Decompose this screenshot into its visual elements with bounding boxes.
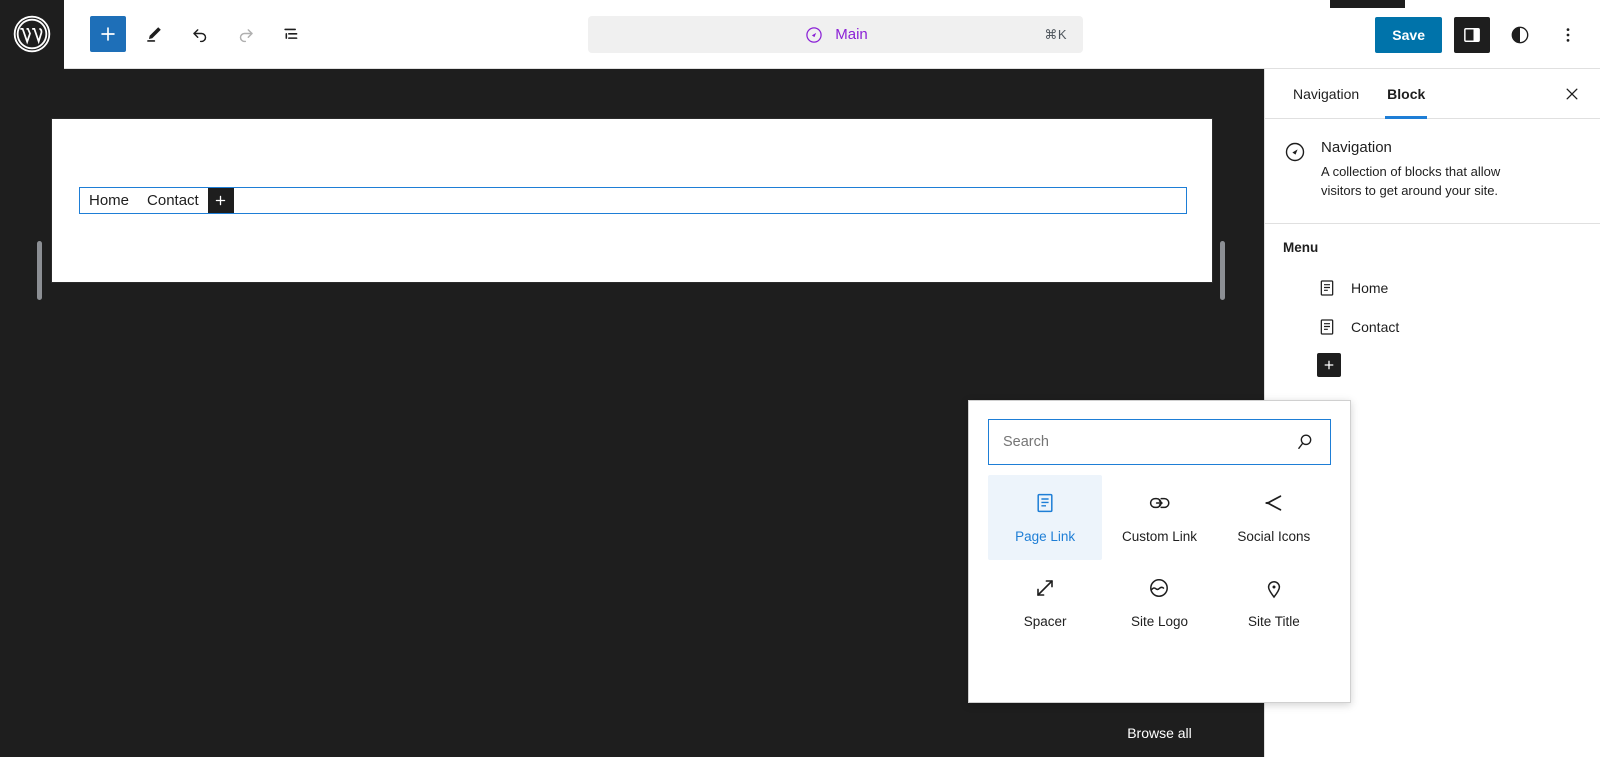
- canvas-resize-handle-left[interactable]: [37, 241, 42, 300]
- redo-button[interactable]: [228, 16, 264, 52]
- page-document-icon: [1033, 491, 1057, 515]
- canvas-resize-handle-right[interactable]: [1220, 241, 1225, 300]
- inserter-block-site-logo[interactable]: Site Logo: [1102, 560, 1216, 645]
- sidebar-panel-icon[interactable]: [1454, 16, 1490, 53]
- command-bar[interactable]: Main ⌘K: [588, 16, 1083, 53]
- contrast-half-circle-icon[interactable]: [1502, 17, 1538, 53]
- command-bar-title: Main: [835, 26, 868, 43]
- inserter-block-grid: Page Link Custom Link Social Icons Space…: [969, 475, 1350, 645]
- inserter-search-wrap: [969, 401, 1350, 475]
- inserter-block-social-icons[interactable]: Social Icons: [1217, 475, 1331, 560]
- inserter-block-site-title[interactable]: Site Title: [1217, 560, 1331, 645]
- header-actions: Save: [1375, 0, 1586, 69]
- page-document-icon: [1317, 317, 1337, 337]
- three-dots-vertical-icon[interactable]: [1550, 17, 1586, 53]
- custom-link-icon: [1147, 491, 1171, 515]
- menu-item-home[interactable]: Home: [1317, 269, 1582, 308]
- navigation-compass-icon: [1283, 140, 1307, 164]
- tab-block[interactable]: Block: [1373, 69, 1439, 119]
- close-x-icon[interactable]: [1554, 76, 1590, 112]
- spacer-arrows-icon: [1033, 576, 1057, 600]
- site-canvas: Home Contact: [51, 118, 1213, 283]
- search-input[interactable]: [1003, 434, 1294, 450]
- command-bar-center: Main: [803, 24, 868, 46]
- block-title: Navigation: [1321, 139, 1392, 156]
- block-inserter-popover: Page Link Custom Link: [968, 400, 1351, 703]
- site-logo-circle-icon: [1147, 576, 1171, 600]
- search-magnifier-icon: [1294, 431, 1316, 453]
- nav-item-contact[interactable]: Contact: [138, 188, 208, 213]
- undo-button[interactable]: [182, 16, 218, 52]
- inserter-block-label: Social Icons: [1237, 529, 1311, 544]
- menu-item-label: Home: [1351, 280, 1389, 297]
- inserter-block-label: Site Title: [1247, 614, 1300, 629]
- menu-item-contact[interactable]: Contact: [1317, 308, 1582, 347]
- block-info-text: Navigation A collection of blocks that a…: [1321, 139, 1536, 201]
- edit-tool-button[interactable]: [136, 16, 172, 52]
- search-input-container[interactable]: [988, 419, 1331, 465]
- header-tools: [64, 16, 310, 52]
- nav-add-link-button[interactable]: [207, 188, 234, 213]
- inserter-block-spacer[interactable]: Spacer: [988, 560, 1102, 645]
- top-edge-strip: [1330, 0, 1405, 8]
- add-block-button[interactable]: [90, 16, 126, 52]
- map-pin-icon: [1262, 576, 1286, 600]
- inserter-block-label: Page Link: [1015, 529, 1076, 544]
- navigation-block[interactable]: Home Contact: [79, 187, 1187, 214]
- inserter-block-custom-link[interactable]: Custom Link: [1102, 475, 1216, 560]
- list-view-button[interactable]: [274, 16, 310, 52]
- nav-item-home[interactable]: Home: [80, 188, 138, 213]
- navigation-compass-icon: [803, 24, 825, 46]
- page-document-icon: [1317, 278, 1337, 298]
- inserter-block-label: Custom Link: [1121, 529, 1197, 544]
- browse-all-button[interactable]: Browse all: [968, 709, 1351, 757]
- wordpress-site-editor: Main ⌘K Save Home Contact Navigation Blo…: [0, 0, 1600, 757]
- sidebar-tabs: Navigation Block: [1265, 69, 1600, 119]
- block-info-panel: Navigation A collection of blocks that a…: [1265, 119, 1600, 224]
- menu-section: Menu Home Contact: [1265, 224, 1600, 377]
- share-social-icon: [1262, 491, 1286, 515]
- wordpress-logo-icon[interactable]: [0, 0, 64, 69]
- menu-add-item-button[interactable]: [1317, 352, 1341, 377]
- block-description: A collection of blocks that allow visito…: [1321, 164, 1501, 198]
- menu-item-label: Contact: [1351, 319, 1400, 336]
- inserter-block-label: Site Logo: [1130, 614, 1189, 629]
- menu-section-title: Menu: [1283, 239, 1319, 255]
- menu-item-list: Home Contact: [1283, 269, 1582, 347]
- editor-header: Main ⌘K Save: [0, 0, 1600, 69]
- inserter-block-page-link[interactable]: Page Link: [988, 475, 1103, 560]
- inserter-block-label: Spacer: [1023, 614, 1067, 629]
- command-bar-shortcut: ⌘K: [1044, 26, 1067, 42]
- tab-navigation[interactable]: Navigation: [1279, 69, 1373, 119]
- save-button[interactable]: Save: [1375, 16, 1442, 53]
